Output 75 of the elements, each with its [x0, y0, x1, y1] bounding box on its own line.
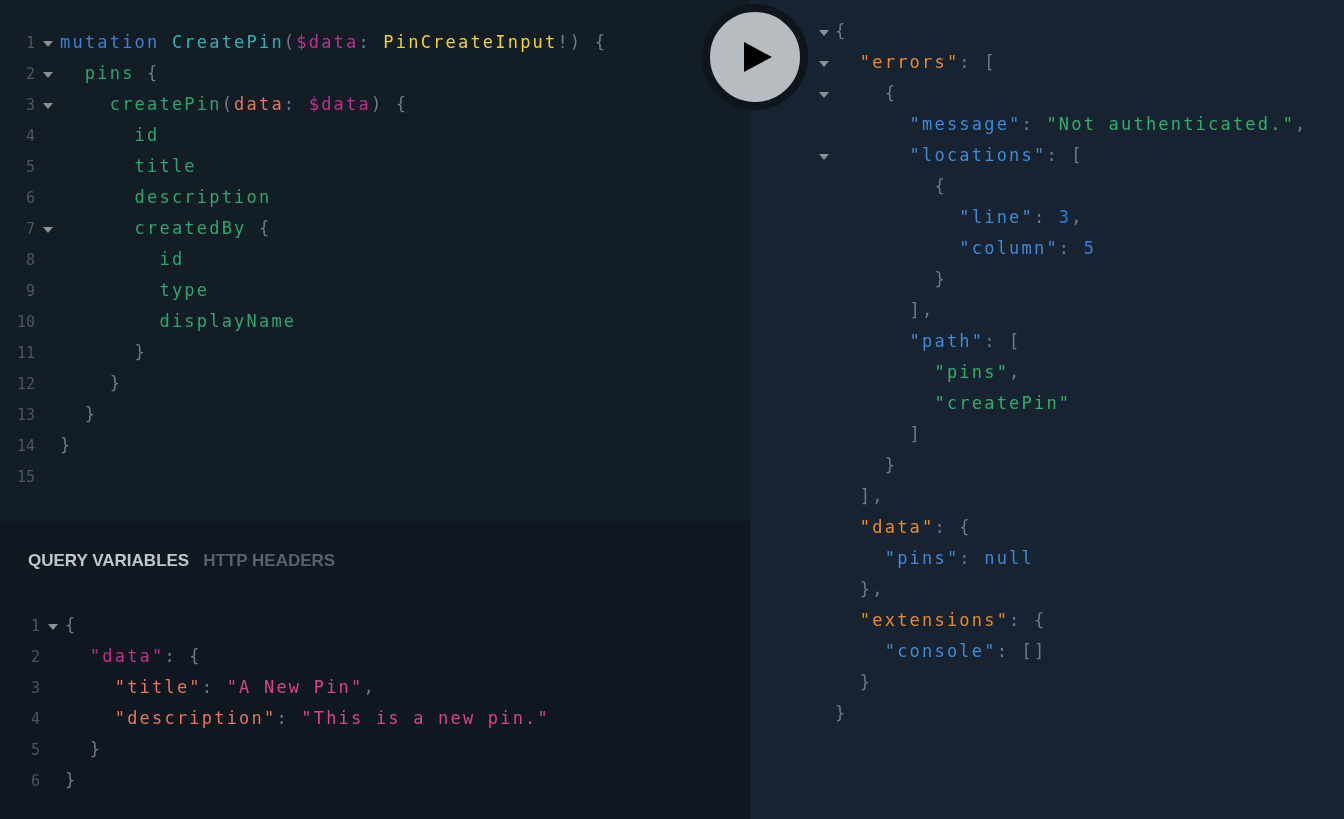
code-line: } [933, 268, 947, 291]
line-number: 8 [24, 250, 35, 269]
code-line: id [158, 248, 185, 271]
code-line: } [133, 341, 148, 364]
code-line: "data": { [88, 645, 202, 668]
code-line: "createPin" [933, 392, 1072, 415]
code-line: createdBy { [133, 217, 272, 240]
line-number: 5 [24, 157, 35, 176]
code-line: "description": "This is a new pin." [113, 707, 550, 730]
code-line: ], [908, 299, 935, 322]
tab[interactable]: QUERY VARIABLES [28, 551, 190, 571]
code-line: { [933, 175, 947, 198]
line-number: 6 [29, 771, 40, 790]
line-number: 1 [29, 616, 40, 635]
code-line: { [65, 614, 78, 637]
line-number: 5 [29, 740, 40, 759]
code-line: title [133, 155, 197, 178]
line-number: 4 [24, 126, 35, 145]
code-line: "locations": [ [908, 144, 1084, 167]
code-line: "column": 5 [958, 237, 1097, 260]
code-line: } [60, 434, 73, 457]
triangle-down-icon[interactable] [819, 61, 829, 67]
code-line: description [133, 186, 272, 209]
triangle-down-icon[interactable] [42, 72, 53, 78]
line-number: 12 [15, 374, 35, 393]
line-number: 6 [24, 188, 35, 207]
code-line: displayName [158, 310, 297, 333]
code-line: } [883, 454, 898, 477]
code-line: "errors": [ [858, 51, 997, 74]
code-line: } [65, 769, 78, 792]
code-line: "title": "A New Pin", [113, 676, 376, 699]
line-number: 13 [15, 405, 35, 424]
code-line: createPin(data: $data) { [108, 93, 409, 116]
line-number: 3 [29, 678, 40, 697]
code-line: type [158, 279, 210, 302]
code-line: { [834, 20, 848, 43]
triangle-down-icon[interactable] [819, 30, 829, 36]
line-number: 14 [15, 436, 35, 455]
line-number: 15 [15, 467, 35, 486]
line-number: 3 [24, 95, 35, 114]
code-line: } [83, 403, 98, 426]
code-line: mutation CreatePin($data: PinCreateInput!) { [60, 31, 608, 54]
code-line: } [858, 671, 873, 694]
triangle-down-icon[interactable] [47, 624, 58, 630]
code-line: pins { [83, 62, 160, 85]
line-number: 7 [24, 219, 35, 238]
code-line: { [883, 82, 898, 105]
code-line: "data": { [858, 516, 972, 539]
line-number: 11 [15, 343, 35, 362]
code-line: "line": 3, [958, 206, 1084, 229]
code-line: "message": "Not authenticated.", [908, 113, 1308, 136]
line-number: 2 [24, 64, 35, 83]
code-line: }, [858, 578, 885, 601]
line-number: 4 [29, 709, 40, 728]
triangle-down-icon[interactable] [42, 227, 53, 233]
code-line: } [108, 372, 123, 395]
triangle-down-icon[interactable] [42, 41, 53, 47]
code-line: "pins", [933, 361, 1022, 384]
triangle-down-icon[interactable] [42, 103, 53, 109]
code-line: "path": [ [908, 330, 1022, 353]
code-line: "pins": null [883, 547, 1034, 570]
line-number: 1 [24, 33, 35, 52]
triangle-down-icon[interactable] [819, 154, 829, 160]
code-line: ] [908, 423, 923, 446]
code-line: } [88, 738, 103, 761]
code-line: "console": [] [883, 640, 1047, 663]
line-number: 2 [29, 647, 40, 666]
code-line: "extensions": { [858, 609, 1047, 632]
code-line: id [133, 124, 160, 147]
code-line: } [834, 702, 848, 725]
line-number: 9 [24, 281, 35, 300]
code-line: ], [858, 485, 885, 508]
triangle-down-icon[interactable] [819, 92, 829, 98]
play-icon [744, 42, 772, 72]
line-number: 10 [15, 312, 35, 331]
